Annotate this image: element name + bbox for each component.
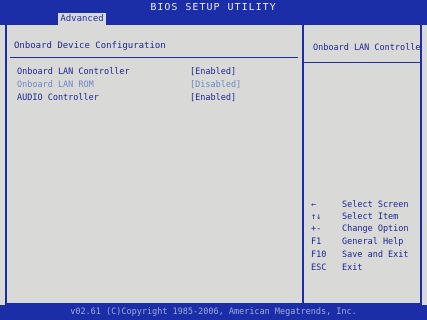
setting-label: AUDIO Controller — [17, 93, 99, 103]
key-label: ESC — [311, 263, 327, 273]
help-separator — [304, 62, 422, 63]
setting-label: Onboard LAN ROM — [17, 80, 94, 90]
key-desc: Select Screen — [342, 200, 409, 210]
setting-value[interactable]: [Disabled] — [190, 80, 241, 90]
tab-advanced[interactable]: Advanced — [58, 13, 106, 25]
title-bar: BIOS SETUP UTILITY Advanced — [0, 0, 427, 25]
setting-label: Onboard LAN Controller — [17, 67, 130, 77]
footer-bar: v02.61 (C)Copyright 1985-2006, American … — [0, 305, 427, 320]
window-title: BIOS SETUP UTILITY — [150, 2, 277, 13]
help-text: Onboard LAN Controlle — [313, 43, 421, 53]
setting-value[interactable]: [Enabled] — [190, 67, 236, 77]
setting-value[interactable]: [Enabled] — [190, 93, 236, 103]
plus-minus-icon: +- — [311, 224, 322, 234]
arrow-left-icon: ← — [311, 200, 317, 210]
key-desc: Select Item — [342, 212, 399, 222]
key-desc: Exit — [342, 263, 363, 273]
panel-divider — [302, 25, 304, 305]
key-label: F1 — [311, 237, 322, 247]
key-desc: Save and Exit — [342, 250, 409, 260]
key-desc: Change Option — [342, 224, 409, 234]
page-title: Onboard Device Configuration — [14, 41, 166, 51]
arrow-up-down-icon: ↑↓ — [311, 212, 322, 222]
copyright-text: v02.61 (C)Copyright 1985-2006, American … — [70, 307, 357, 317]
key-desc: General Help — [342, 237, 404, 247]
heading-divider — [10, 57, 298, 58]
key-label: F10 — [311, 250, 327, 260]
